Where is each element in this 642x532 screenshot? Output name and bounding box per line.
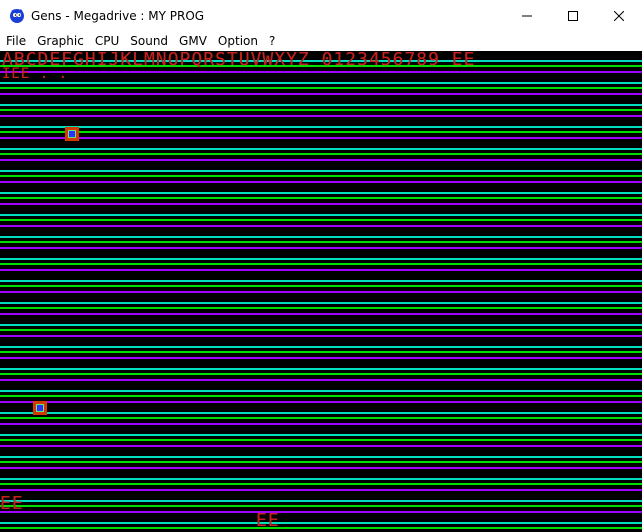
menu-sound[interactable]: Sound — [124, 31, 173, 51]
stripe-line — [0, 329, 642, 331]
maximize-icon — [568, 10, 578, 21]
sprite-block-upper — [65, 127, 79, 141]
stripe-line — [0, 379, 642, 381]
stripe-line — [0, 478, 642, 480]
stripe-line — [0, 390, 642, 392]
raster-stripes — [0, 60, 642, 529]
sprite-core — [68, 130, 76, 138]
stripe-line — [0, 197, 642, 199]
stripe-line — [0, 269, 642, 271]
stripe-line — [0, 131, 642, 133]
stripe-line — [0, 483, 642, 485]
stripe-line — [0, 247, 642, 249]
maximize-button[interactable] — [550, 0, 596, 31]
stripe-line — [0, 285, 642, 287]
stripe-line — [0, 335, 642, 337]
font-test-row: ABCDEFGHIJKLMNOPQRSTUVWXYZ 0123456789 EE — [2, 51, 476, 70]
text-bottom-left: EE — [0, 493, 24, 514]
stripe-line — [0, 214, 642, 216]
title-bar[interactable]: Gens - Megadrive : MY PROG — [0, 0, 642, 31]
stripe-line — [0, 181, 642, 183]
stripe-line — [0, 87, 642, 89]
stripe-line — [0, 225, 642, 227]
menu-gmv[interactable]: GMV — [173, 31, 212, 51]
window-title: Gens - Megadrive : MY PROG — [31, 8, 205, 23]
close-button[interactable] — [596, 0, 642, 31]
stripe-line — [0, 71, 642, 73]
minimize-button[interactable] — [504, 0, 550, 31]
stripe-line — [0, 417, 642, 419]
stripe-line — [0, 489, 642, 491]
stripe-line — [0, 175, 642, 177]
stripe-line — [0, 357, 642, 359]
menu-help[interactable]: ? — [263, 31, 280, 51]
menu-file[interactable]: File — [0, 31, 31, 51]
stripe-line — [0, 500, 642, 502]
stripe-line — [0, 153, 642, 155]
stripe-line — [0, 291, 642, 293]
window-controls — [504, 0, 642, 31]
stripe-line — [0, 511, 642, 513]
stripe-line — [0, 109, 642, 111]
stripe-line — [0, 126, 642, 128]
stripe-line — [0, 373, 642, 375]
sonic-icon — [9, 8, 25, 24]
stripe-line — [0, 423, 642, 425]
stripe-line — [0, 241, 642, 243]
emulator-screen[interactable]: ABCDEFGHIJKLMNOPQRSTUVWXYZ 0123456789 EE… — [0, 51, 642, 532]
stripe-line — [0, 115, 642, 117]
stripe-line — [0, 137, 642, 139]
stripe-line — [0, 527, 642, 529]
stripe-line — [0, 302, 642, 304]
close-icon — [614, 10, 624, 21]
stripe-line — [0, 219, 642, 221]
stripe-line — [0, 313, 642, 315]
emulator-window: Gens - Megadrive : MY PROG File Graphic … — [0, 0, 642, 532]
stripe-line — [0, 505, 642, 507]
menu-cpu[interactable]: CPU — [89, 31, 124, 51]
stripe-line — [0, 258, 642, 260]
stripe-line — [0, 192, 642, 194]
sprite-core — [36, 404, 44, 412]
stripe-line — [0, 148, 642, 150]
stripe-line — [0, 456, 642, 458]
stripe-line — [0, 522, 642, 524]
stripe-line — [0, 82, 642, 84]
stripe-line — [0, 159, 642, 161]
menu-option[interactable]: Option — [212, 31, 263, 51]
stripe-line — [0, 461, 642, 463]
stripe-line — [0, 434, 642, 436]
stripe-line — [0, 395, 642, 397]
stripe-line — [0, 368, 642, 370]
stripe-line — [0, 93, 642, 95]
stripe-line — [0, 346, 642, 348]
stripe-line — [0, 467, 642, 469]
stripe-line — [0, 401, 642, 403]
menu-bar: File Graphic CPU Sound GMV Option ? — [0, 31, 642, 51]
text-row-2: IEE . . — [2, 66, 69, 82]
stripe-line — [0, 351, 642, 353]
stripe-line — [0, 104, 642, 106]
text-bottom-center: EE — [256, 510, 280, 531]
stripe-line — [0, 170, 642, 172]
stripe-line — [0, 263, 642, 265]
stripe-line — [0, 203, 642, 205]
stripe-line — [0, 324, 642, 326]
stripe-line — [0, 439, 642, 441]
menu-graphic[interactable]: Graphic — [31, 31, 89, 51]
stripe-line — [0, 280, 642, 282]
sprite-block-lower — [33, 401, 47, 415]
stripe-line — [0, 236, 642, 238]
stripe-line — [0, 445, 642, 447]
stripe-line — [0, 412, 642, 414]
minimize-icon — [522, 15, 532, 16]
stripe-line — [0, 307, 642, 309]
